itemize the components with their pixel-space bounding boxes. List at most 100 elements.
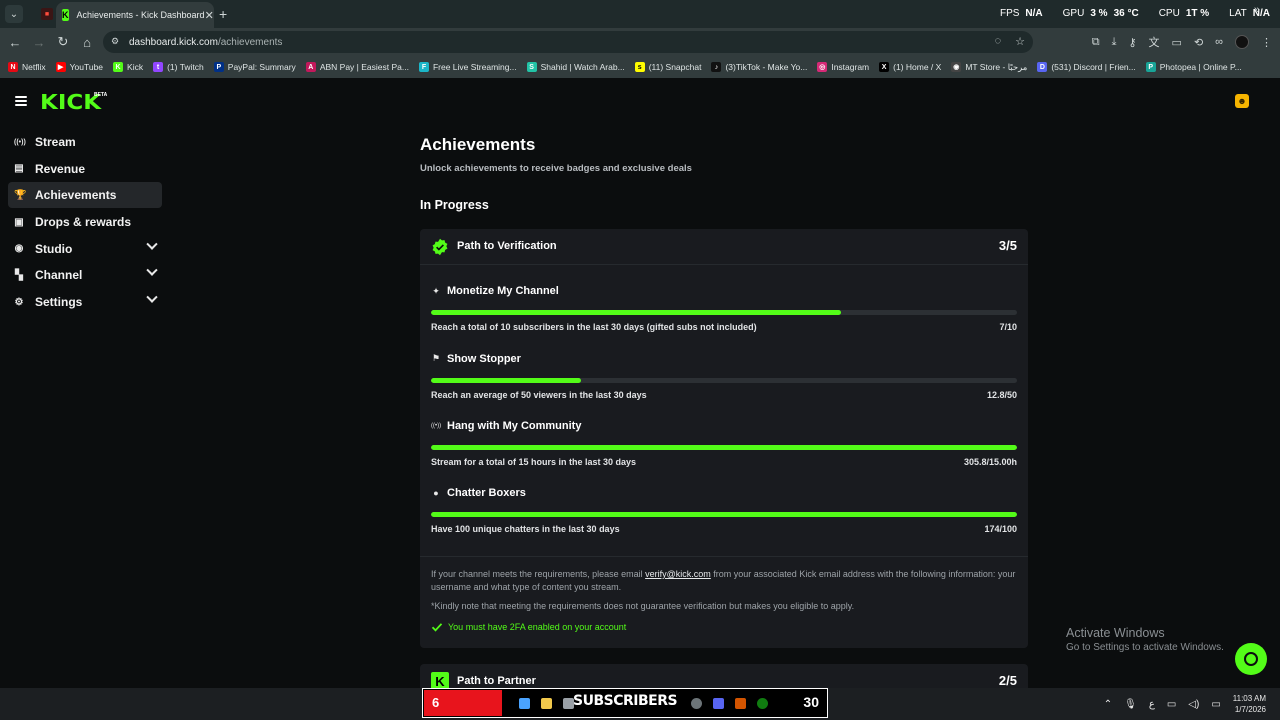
chevron-down-icon[interactable] — [146, 264, 158, 277]
sidebar-item-channel[interactable]: ▚ Channel — [8, 262, 162, 288]
bookmark-item[interactable]: X (1) Home / X — [879, 62, 941, 72]
xbox-icon[interactable] — [757, 698, 768, 709]
network-icon[interactable]: ▭ — [1167, 699, 1176, 710]
bookmark-favicon-icon: s — [634, 62, 645, 72]
sidebar: ((•)) Stream ▤ Revenue 🏆 Achievements ▣ Drops &… — [8, 129, 162, 316]
language-indicator[interactable]: ع — [1149, 699, 1155, 710]
bookmark-item[interactable]: D (531) Discord | Frien... — [1037, 62, 1136, 72]
achievement-header: ✦ Monetize My Channel — [431, 285, 559, 297]
sidebar-item-studio[interactable]: ◉ Studio — [8, 236, 162, 262]
url-path: /achievements — [217, 36, 283, 48]
sidebar-item-stream[interactable]: ((•)) Stream — [8, 129, 162, 155]
sidebar-item-settings[interactable]: ⚙ Settings — [8, 289, 162, 315]
back-button[interactable]: ← — [3, 30, 27, 54]
bookmark-item[interactable]: s (11) Snapchat — [634, 62, 701, 72]
bookmark-item[interactable]: P Photopea | Online P... — [1145, 62, 1242, 72]
bookmark-favicon-icon: ◉ — [951, 62, 962, 72]
sidebar-item-achievements[interactable]: 🏆 Achievements — [8, 182, 162, 209]
menu-hamburger-icon[interactable] — [15, 96, 27, 106]
achievement-description: Reach an average of 50 viewers in the la… — [431, 389, 647, 400]
perf-value: 1T % — [1185, 8, 1210, 19]
bookmark-item[interactable]: ◉ MT Store - مرحبًا — [951, 62, 1027, 73]
browser-toolbar: ← → ↻ ⌂ ⚙ dashboard.kick.com/achievement… — [0, 28, 1280, 56]
link-icon[interactable]: ∞ — [1215, 36, 1223, 48]
bookmark-item[interactable]: t (1) Twitch — [153, 62, 204, 72]
bookmark-item[interactable]: K Kick — [113, 62, 143, 72]
chevron-down-icon[interactable] — [146, 291, 158, 303]
translate-icon[interactable]: 文 — [1149, 34, 1160, 50]
site-info-icon[interactable]: ⚙ — [111, 36, 123, 48]
verification-card: Path to Verification 3/5 ✦ Monetize My Ch… — [420, 229, 1028, 648]
achievement-header: ⚑ Show Stopper — [431, 353, 521, 365]
sidebar-item-label: Studio — [35, 241, 73, 256]
clock[interactable]: 11:03 AM 1/7/2026 — [1233, 693, 1266, 715]
bookmark-item[interactable]: N Netflix — [8, 62, 46, 72]
bookmark-item[interactable]: A ABN Pay | Easiest Pa... — [305, 62, 409, 72]
user-avatar[interactable]: ☻ — [1235, 94, 1249, 108]
verify-email-link[interactable]: verify@kick.com — [645, 569, 711, 579]
battery-icon[interactable]: ▭ — [1211, 699, 1220, 710]
achievement-description: Reach a total of 10 subscribers in the l… — [431, 322, 757, 332]
menu-dots-icon[interactable]: ⋮ — [1261, 36, 1272, 49]
profile-avatar[interactable] — [1235, 35, 1249, 49]
address-bar[interactable]: ⚙ dashboard.kick.com/achievements ◌ ☆ — [103, 31, 1033, 53]
tab-close-icon[interactable]: ✕ — [205, 9, 214, 22]
bookmark-label: Instagram — [831, 62, 870, 72]
widget-count-box: 6 — [424, 690, 502, 716]
sidebar-item-label: Drops & rewards — [35, 215, 132, 230]
sidebar-item-drops-rewards[interactable]: ▣ Drops & rewards — [8, 209, 162, 235]
microphone-icon[interactable]: 🎙 — [1124, 699, 1137, 710]
bookmark-label: Free Live Streaming... — [432, 62, 517, 72]
bookmark-favicon-icon: N — [8, 62, 18, 72]
card-icon[interactable]: ▭ — [1172, 36, 1182, 49]
bookmark-favicon-icon: ▶ — [55, 62, 66, 72]
verification-count: 3/5 — [998, 238, 1017, 253]
obs-icon[interactable] — [691, 698, 702, 709]
eye-off-icon[interactable]: ◌ — [995, 35, 1002, 48]
bookmark-label: Kick — [127, 62, 144, 72]
file-explorer-icon[interactable] — [541, 698, 552, 709]
achievement-item: ● Chatter Boxers Have 100 unique chatters … — [431, 487, 1017, 547]
history-icon[interactable]: ⟲ — [1194, 36, 1203, 49]
bookmark-item[interactable]: ◎ Instagram — [817, 62, 869, 72]
forward-button[interactable]: → — [27, 30, 51, 54]
sparkle-icon: ✦ — [432, 285, 440, 296]
chevron-down-icon[interactable] — [146, 238, 158, 250]
bookmark-label: (3)TikTok - Make Yo... — [725, 62, 808, 72]
kick-logo[interactable]: KICK — [40, 90, 101, 114]
kick-favicon-icon: K — [62, 9, 69, 21]
bookmark-star-icon[interactable]: ☆ — [1015, 35, 1025, 48]
broadcast-icon: ((•)) — [431, 423, 442, 429]
support-chat-button[interactable] — [1235, 643, 1267, 675]
bookmark-item[interactable]: S Shahid | Watch Arab... — [526, 62, 625, 72]
tab-search-button[interactable]: ⌄ — [5, 5, 23, 23]
achievement-progress-bar — [431, 310, 1017, 315]
key-icon[interactable]: ⚷ — [1128, 36, 1136, 49]
bookmark-item[interactable]: ▶ YouTube — [55, 62, 103, 72]
bookmark-label: (531) Discord | Frien... — [1051, 62, 1136, 72]
app-orange-icon[interactable] — [735, 698, 746, 709]
extensions-icon[interactable]: ⧉ — [1092, 36, 1100, 49]
achievement-name: Show Stopper — [447, 352, 521, 365]
new-tab-button[interactable]: + — [219, 6, 227, 22]
perf-label: GPU — [1062, 8, 1085, 19]
bookmark-label: Shahid | Watch Arab... — [540, 62, 625, 72]
bookmark-item[interactable]: ♪ (3)TikTok - Make Yo... — [711, 62, 807, 72]
bookmark-item[interactable]: F Free Live Streaming... — [418, 62, 517, 72]
download-icon[interactable]: ⤓ — [1112, 36, 1117, 49]
tab-achievements[interactable]: K Achievements - Kick Dashboard ✕ — [56, 2, 214, 28]
browser-tab-bar: ⌄ ■ K Achievements - Kick Dashboard ✕ + … — [0, 0, 1280, 28]
headset-icon — [1244, 652, 1258, 666]
volume-icon[interactable]: ◁) — [1188, 699, 1199, 710]
bookmarks-overflow-icon[interactable]: » — [1254, 4, 1260, 16]
home-button[interactable]: ⌂ — [75, 30, 99, 54]
bookmark-favicon-icon: S — [526, 62, 537, 72]
page-subtitle: Unlock achievements to receive badges an… — [420, 163, 692, 174]
achievement-name: Monetize My Channel — [447, 285, 559, 297]
sidebar-item-revenue[interactable]: ▤ Revenue — [8, 156, 162, 182]
reload-button[interactable]: ↻ — [51, 30, 75, 54]
bookmark-item[interactable]: P PayPal: Summary — [213, 62, 296, 72]
discord-icon[interactable] — [713, 698, 724, 709]
start-icon[interactable] — [519, 698, 530, 709]
tray-chevron-icon[interactable]: ⌃ — [1104, 699, 1112, 710]
